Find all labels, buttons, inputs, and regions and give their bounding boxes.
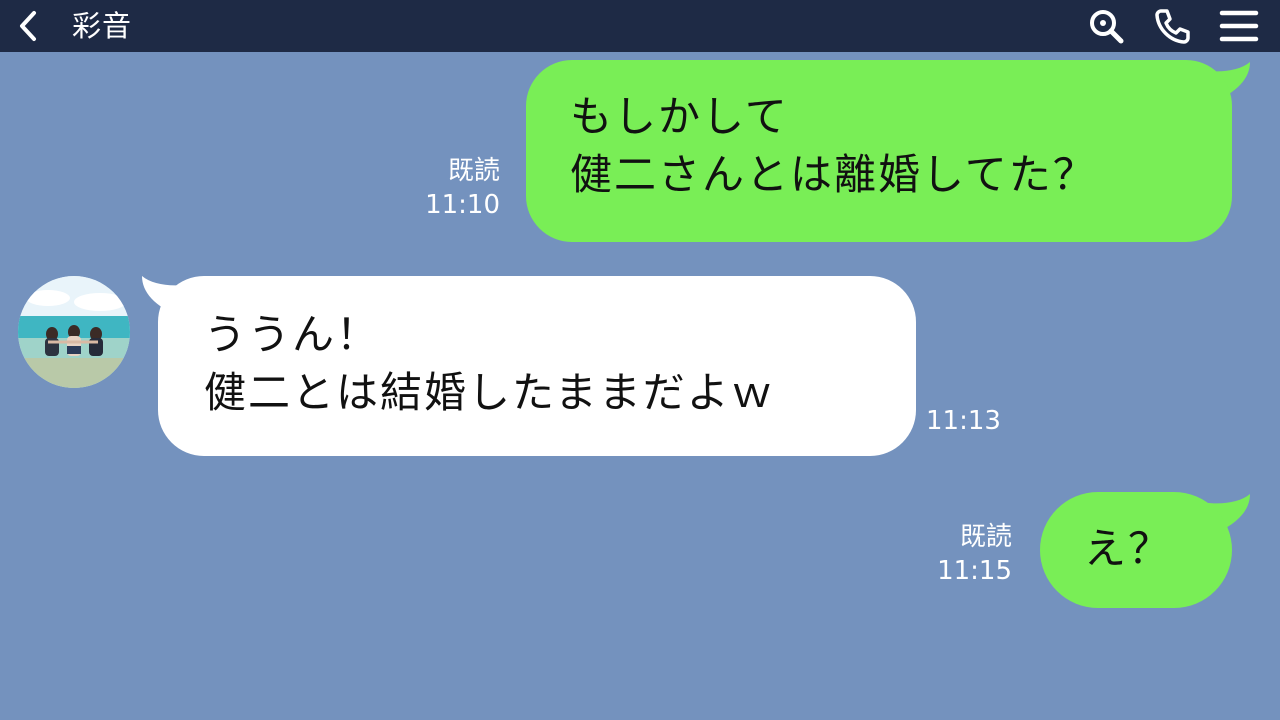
beach-photo-avatar [18,276,130,388]
hamburger-menu-icon [1219,10,1259,42]
message-bubble-outgoing[interactable]: え？ [1040,492,1232,608]
avatar[interactable] [18,276,130,388]
message-time: 11:10 [425,190,500,220]
back-button[interactable] [10,6,46,46]
chat-title: 彩音 [72,9,133,43]
message-meta: 既読 11:10 [400,154,500,222]
read-receipt: 既読 [959,522,1012,552]
menu-button[interactable] [1219,6,1259,46]
search-icon [1090,10,1124,44]
call-button[interactable] [1152,6,1192,46]
message-meta: 11:13 [926,404,1001,438]
message-time: 11:15 [937,556,1012,586]
message-bubble-incoming[interactable]: ううん！ 健二とは結婚したままだよｗ [158,276,916,456]
message-meta: 既読 11:15 [912,520,1012,588]
search-button[interactable] [1086,6,1126,46]
message-time: 11:13 [926,406,1001,436]
read-receipt: 既読 [447,156,500,186]
message-bubble-outgoing[interactable]: もしかして 健二さんとは離婚してた？ [526,60,1232,242]
chevron-left-icon [20,11,36,41]
phone-icon [1155,9,1190,44]
chat-header: 彩音 [0,0,1280,52]
